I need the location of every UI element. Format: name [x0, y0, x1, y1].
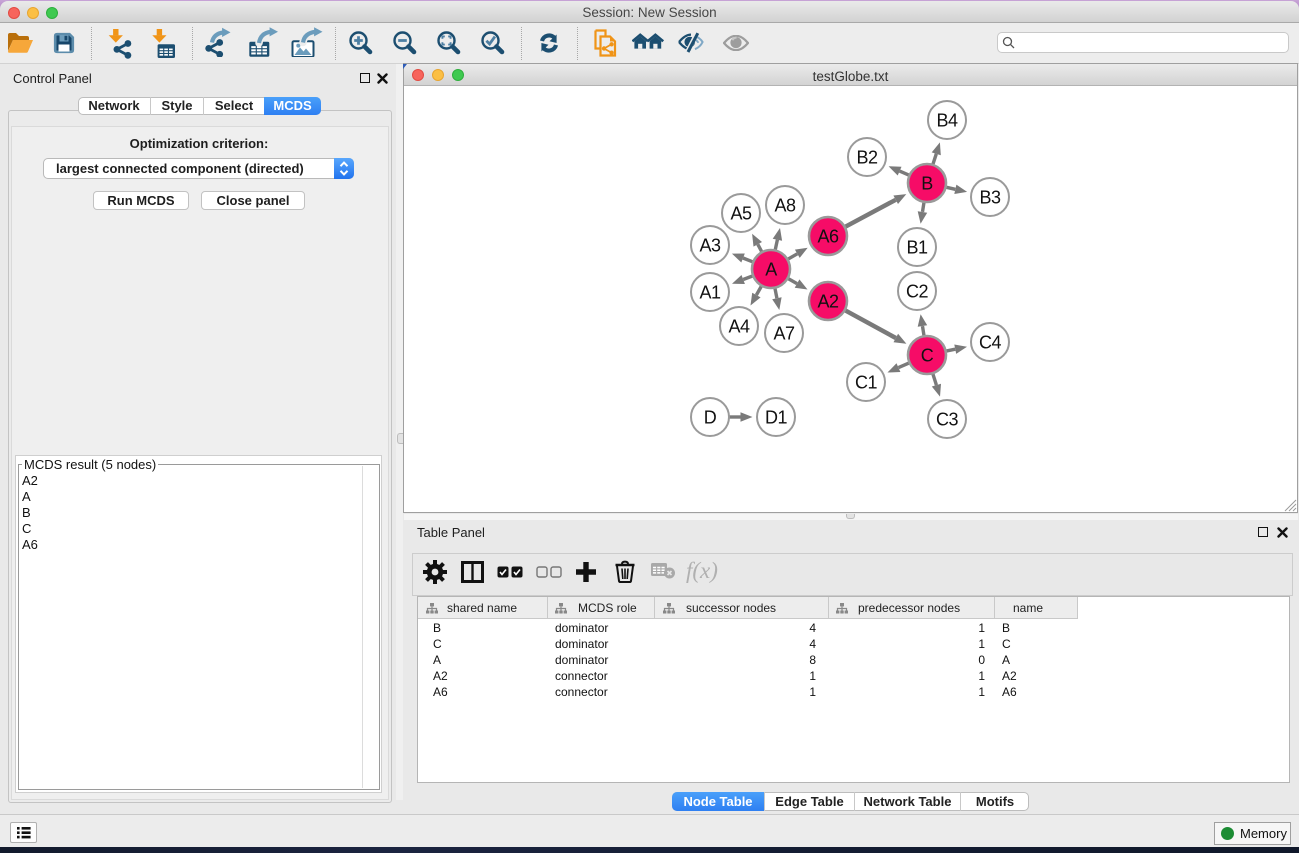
svg-text:A: A — [765, 260, 777, 280]
svg-text:C: C — [921, 346, 934, 366]
svg-text:A6: A6 — [817, 227, 839, 247]
svg-text:C2: C2 — [906, 282, 928, 302]
svg-text:C1: C1 — [855, 373, 877, 393]
svg-text:D: D — [704, 408, 717, 428]
svg-text:B4: B4 — [936, 111, 958, 131]
svg-text:C3: C3 — [936, 410, 958, 430]
svg-text:A1: A1 — [699, 283, 721, 303]
svg-text:B2: B2 — [856, 148, 878, 168]
svg-text:B3: B3 — [979, 188, 1001, 208]
svg-text:A4: A4 — [728, 317, 750, 337]
svg-text:B1: B1 — [906, 238, 928, 258]
svg-text:A5: A5 — [730, 204, 752, 224]
svg-text:D1: D1 — [765, 408, 787, 428]
svg-text:A3: A3 — [699, 236, 721, 256]
svg-text:A7: A7 — [773, 324, 795, 344]
svg-text:A8: A8 — [774, 196, 796, 216]
svg-text:C4: C4 — [979, 333, 1001, 353]
svg-text:B: B — [921, 174, 933, 194]
svg-text:A2: A2 — [817, 292, 839, 312]
